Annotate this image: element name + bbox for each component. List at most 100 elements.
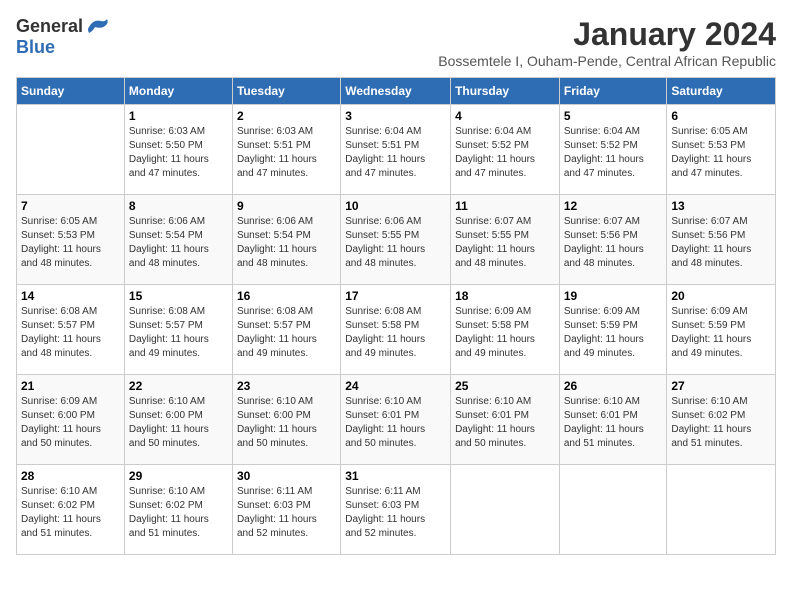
day-number: 17	[345, 289, 446, 303]
day-info: Sunrise: 6:07 AMSunset: 5:56 PMDaylight:…	[671, 215, 771, 271]
day-info: Sunrise: 6:09 AMSunset: 5:59 PMDaylight:…	[564, 305, 663, 361]
day-number: 13	[671, 199, 771, 213]
day-number: 24	[345, 379, 446, 393]
day-number: 23	[237, 379, 336, 393]
logo-general-text: General	[16, 16, 83, 37]
header-monday: Monday	[124, 78, 232, 105]
calendar-cell: 3 Sunrise: 6:04 AMSunset: 5:51 PMDaylight…	[341, 105, 451, 195]
month-title: January 2024	[438, 16, 776, 53]
day-number: 1	[129, 109, 228, 123]
day-number: 22	[129, 379, 228, 393]
day-number: 3	[345, 109, 446, 123]
day-number: 30	[237, 469, 336, 483]
calendar-cell: 29Sunrise: 6:10 AMSunset: 6:02 PMDayligh…	[124, 465, 232, 555]
calendar-cell: 6Sunrise: 6:05 AMSunset: 5:53 PMDaylight…	[667, 105, 776, 195]
day-info: Sunrise: 6:10 AMSunset: 6:01 PMDaylight:…	[564, 395, 663, 451]
day-info: Sunrise: 6:10 AMSunset: 6:01 PMDaylight:…	[455, 395, 555, 451]
day-info: Sunrise: 6:05 AMSunset: 5:53 PMDaylight:…	[21, 215, 120, 271]
day-info: Sunrise: 6:06 AMSunset: 5:55 PMDaylight:…	[345, 215, 446, 271]
header-sunday: Sunday	[17, 78, 125, 105]
calendar-cell: 30 Sunrise: 6:11 AMSunset: 6:03 PMDayligh…	[232, 465, 340, 555]
header-thursday: Thursday	[451, 78, 560, 105]
logo-blue-text: Blue	[16, 37, 55, 58]
calendar-cell: 13 Sunrise: 6:07 AMSunset: 5:56 PMDayligh…	[667, 195, 776, 285]
calendar-body: 1 Sunrise: 6:03 AMSunset: 5:50 PMDaylight…	[17, 105, 776, 555]
day-info: Sunrise: 6:08 AMSunset: 5:58 PMDaylight:…	[345, 305, 446, 361]
day-info: Sunrise: 6:09 AMSunset: 6:00 PMDaylight:…	[21, 395, 120, 451]
calendar-cell: 27Sunrise: 6:10 AMSunset: 6:02 PMDayligh…	[667, 375, 776, 465]
calendar-cell: 8Sunrise: 6:06 AMSunset: 5:54 PMDaylight…	[124, 195, 232, 285]
day-info: Sunrise: 6:04 AMSunset: 5:52 PMDaylight:…	[455, 125, 555, 181]
calendar-cell: 7 Sunrise: 6:05 AMSunset: 5:53 PMDaylight…	[17, 195, 125, 285]
calendar-cell: 10 Sunrise: 6:06 AMSunset: 5:55 PMDayligh…	[341, 195, 451, 285]
day-number: 5	[564, 109, 663, 123]
calendar-cell: 4 Sunrise: 6:04 AMSunset: 5:52 PMDaylight…	[451, 105, 560, 195]
header-saturday: Saturday	[667, 78, 776, 105]
day-info: Sunrise: 6:07 AMSunset: 5:55 PMDaylight:…	[455, 215, 555, 271]
day-number: 14	[21, 289, 120, 303]
calendar-cell: 28 Sunrise: 6:10 AMSunset: 6:02 PMDayligh…	[17, 465, 125, 555]
calendar-cell: 21 Sunrise: 6:09 AMSunset: 6:00 PMDayligh…	[17, 375, 125, 465]
calendar-week-5: 28 Sunrise: 6:10 AMSunset: 6:02 PMDayligh…	[17, 465, 776, 555]
day-info: Sunrise: 6:03 AMSunset: 5:51 PMDaylight:…	[237, 125, 336, 181]
calendar-week-4: 21 Sunrise: 6:09 AMSunset: 6:00 PMDayligh…	[17, 375, 776, 465]
calendar-cell: 25Sunrise: 6:10 AMSunset: 6:01 PMDayligh…	[451, 375, 560, 465]
day-info: Sunrise: 6:03 AMSunset: 5:50 PMDaylight:…	[129, 125, 228, 181]
calendar-cell: 11Sunrise: 6:07 AMSunset: 5:55 PMDayligh…	[451, 195, 560, 285]
calendar-cell: 12Sunrise: 6:07 AMSunset: 5:56 PMDayligh…	[559, 195, 667, 285]
calendar-table: SundayMondayTuesdayWednesdayThursdayFrid…	[16, 77, 776, 555]
logo-bird-icon	[85, 17, 113, 37]
logo: General Blue	[16, 16, 113, 58]
calendar-cell: 14 Sunrise: 6:08 AMSunset: 5:57 PMDayligh…	[17, 285, 125, 375]
day-info: Sunrise: 6:04 AMSunset: 5:52 PMDaylight:…	[564, 125, 663, 181]
calendar-cell	[559, 465, 667, 555]
calendar-cell	[667, 465, 776, 555]
calendar-cell: 31Sunrise: 6:11 AMSunset: 6:03 PMDayligh…	[341, 465, 451, 555]
day-number: 21	[21, 379, 120, 393]
calendar-cell: 24 Sunrise: 6:10 AMSunset: 6:01 PMDayligh…	[341, 375, 451, 465]
header-tuesday: Tuesday	[232, 78, 340, 105]
calendar-cell: 16Sunrise: 6:08 AMSunset: 5:57 PMDayligh…	[232, 285, 340, 375]
day-number: 7	[21, 199, 120, 213]
header-row: SundayMondayTuesdayWednesdayThursdayFrid…	[17, 78, 776, 105]
day-info: Sunrise: 6:07 AMSunset: 5:56 PMDaylight:…	[564, 215, 663, 271]
day-number: 16	[237, 289, 336, 303]
day-info: Sunrise: 6:10 AMSunset: 6:02 PMDaylight:…	[671, 395, 771, 451]
day-info: Sunrise: 6:09 AMSunset: 5:59 PMDaylight:…	[671, 305, 771, 361]
title-area: January 2024 Bossemtele I, Ouham-Pende, …	[438, 16, 776, 69]
day-number: 9	[237, 199, 336, 213]
day-number: 20	[671, 289, 771, 303]
day-number: 2	[237, 109, 336, 123]
day-info: Sunrise: 6:09 AMSunset: 5:58 PMDaylight:…	[455, 305, 555, 361]
day-info: Sunrise: 6:06 AMSunset: 5:54 PMDaylight:…	[237, 215, 336, 271]
header-wednesday: Wednesday	[341, 78, 451, 105]
calendar-cell: 18Sunrise: 6:09 AMSunset: 5:58 PMDayligh…	[451, 285, 560, 375]
day-number: 19	[564, 289, 663, 303]
day-info: Sunrise: 6:04 AMSunset: 5:51 PMDaylight:…	[345, 125, 446, 181]
day-info: Sunrise: 6:10 AMSunset: 6:01 PMDaylight:…	[345, 395, 446, 451]
calendar-cell: 17 Sunrise: 6:08 AMSunset: 5:58 PMDayligh…	[341, 285, 451, 375]
day-info: Sunrise: 6:10 AMSunset: 6:00 PMDaylight:…	[129, 395, 228, 451]
calendar-week-3: 14 Sunrise: 6:08 AMSunset: 5:57 PMDayligh…	[17, 285, 776, 375]
calendar-header: SundayMondayTuesdayWednesdayThursdayFrid…	[17, 78, 776, 105]
day-number: 8	[129, 199, 228, 213]
day-number: 15	[129, 289, 228, 303]
day-number: 10	[345, 199, 446, 213]
day-info: Sunrise: 6:10 AMSunset: 6:02 PMDaylight:…	[129, 485, 228, 541]
day-number: 4	[455, 109, 555, 123]
calendar-cell: 9 Sunrise: 6:06 AMSunset: 5:54 PMDaylight…	[232, 195, 340, 285]
day-number: 6	[671, 109, 771, 123]
day-info: Sunrise: 6:10 AMSunset: 6:00 PMDaylight:…	[237, 395, 336, 451]
day-info: Sunrise: 6:11 AMSunset: 6:03 PMDaylight:…	[237, 485, 336, 541]
day-number: 26	[564, 379, 663, 393]
day-number: 31	[345, 469, 446, 483]
day-info: Sunrise: 6:08 AMSunset: 5:57 PMDaylight:…	[21, 305, 120, 361]
day-number: 28	[21, 469, 120, 483]
calendar-subtitle: Bossemtele I, Ouham-Pende, Central Afric…	[438, 53, 776, 69]
calendar-week-2: 7 Sunrise: 6:05 AMSunset: 5:53 PMDaylight…	[17, 195, 776, 285]
calendar-cell: 1 Sunrise: 6:03 AMSunset: 5:50 PMDaylight…	[124, 105, 232, 195]
calendar-cell: 2 Sunrise: 6:03 AMSunset: 5:51 PMDaylight…	[232, 105, 340, 195]
calendar-cell: 22 Sunrise: 6:10 AMSunset: 6:00 PMDayligh…	[124, 375, 232, 465]
calendar-week-1: 1 Sunrise: 6:03 AMSunset: 5:50 PMDaylight…	[17, 105, 776, 195]
day-info: Sunrise: 6:10 AMSunset: 6:02 PMDaylight:…	[21, 485, 120, 541]
